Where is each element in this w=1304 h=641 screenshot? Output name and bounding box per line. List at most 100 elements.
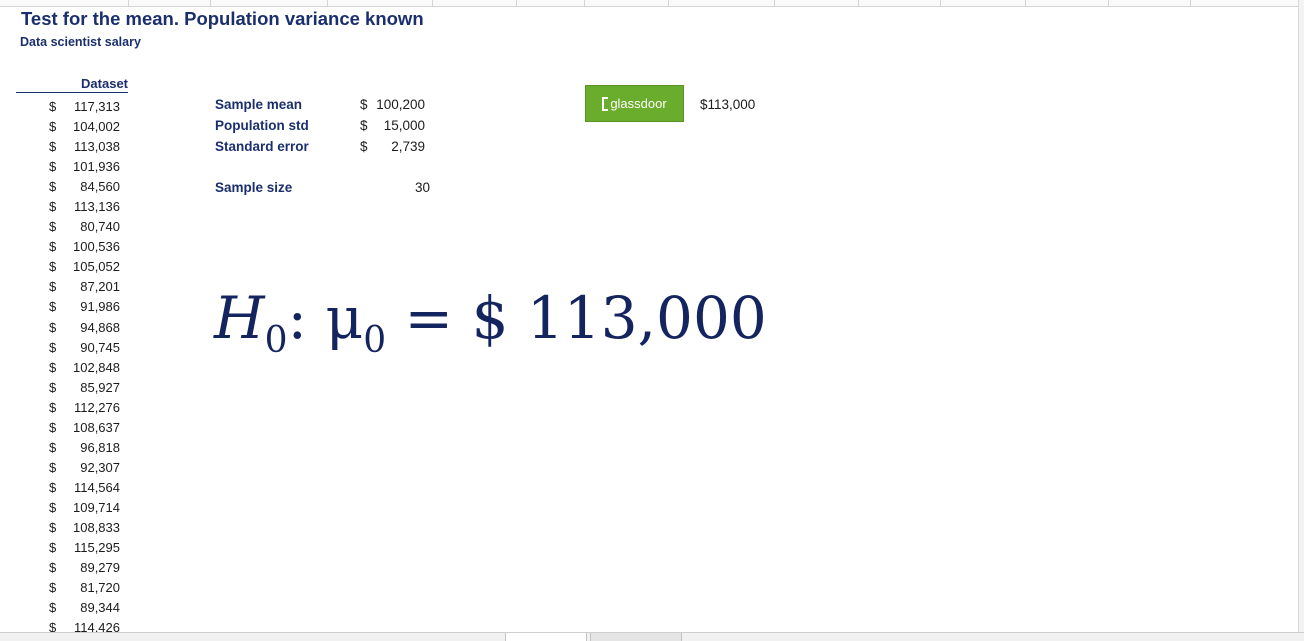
dataset-row[interactable]: $89,279 xyxy=(49,558,120,578)
dataset-row[interactable]: $117,313 xyxy=(49,97,120,117)
dataset-value: 80,740 xyxy=(80,219,120,235)
dataset-value: 87,201 xyxy=(80,279,120,295)
dataset-row[interactable]: $80,740 xyxy=(49,217,120,237)
dataset-row[interactable]: $109,714 xyxy=(49,498,120,518)
dataset-currency: $ xyxy=(49,580,57,596)
dataset-currency: $ xyxy=(49,439,57,455)
standard-error-number: 2,739 xyxy=(391,139,425,154)
column-divider xyxy=(432,0,433,6)
dataset-currency: $ xyxy=(49,239,57,255)
dataset-value: 90,745 xyxy=(80,339,120,355)
dataset-header: Dataset xyxy=(16,76,128,93)
dataset-value: 115,295 xyxy=(73,540,120,556)
sheet-subtitle: Data scientist salary xyxy=(20,35,141,49)
dataset-currency: $ xyxy=(49,399,57,415)
dataset-value: 96,818 xyxy=(80,439,120,455)
dataset-currency: $ xyxy=(49,339,57,355)
sample-mean-number: 100,200 xyxy=(376,97,425,112)
sample-mean-currency: $ xyxy=(360,97,368,112)
dataset-row[interactable]: $112,276 xyxy=(49,398,120,418)
dataset-currency: $ xyxy=(49,179,57,195)
formula-h-subscript: 0 xyxy=(264,320,288,361)
dataset-row[interactable]: $108,833 xyxy=(49,518,120,538)
dataset-currency: $ xyxy=(49,499,57,515)
dataset-value: 91,986 xyxy=(80,299,120,315)
dataset-row[interactable]: $105,052 xyxy=(49,257,120,277)
dataset-row[interactable]: $87,201 xyxy=(49,277,120,297)
dataset-value: 84,560 xyxy=(80,179,120,195)
dataset-value: 105,052 xyxy=(73,259,120,275)
dataset-value: 112,276 xyxy=(73,399,120,415)
dataset-row[interactable]: $104,002 xyxy=(49,117,120,137)
vertical-scrollbar[interactable] xyxy=(1298,0,1304,640)
dataset-currency: $ xyxy=(49,540,57,556)
dataset-row[interactable]: $115,295 xyxy=(49,538,120,558)
dataset-currency: $ xyxy=(49,459,57,475)
dataset-currency: $ xyxy=(49,479,57,495)
dataset-value: 101,936 xyxy=(73,159,120,175)
dataset-value: 89,279 xyxy=(80,560,120,576)
dataset-value: 102,848 xyxy=(73,359,120,375)
dataset-currency: $ xyxy=(49,560,57,576)
dataset-currency: $ xyxy=(49,119,57,135)
dataset-row[interactable]: $94,868 xyxy=(49,318,120,338)
column-divider xyxy=(668,0,669,6)
dataset-currency: $ xyxy=(49,139,57,155)
dataset-row[interactable]: $113,038 xyxy=(49,137,120,157)
dataset-row[interactable]: $92,307 xyxy=(49,458,120,478)
dataset-row[interactable]: $102,848 xyxy=(49,358,120,378)
dataset-currency: $ xyxy=(49,279,57,295)
column-header-strip xyxy=(0,0,1304,7)
dataset-value: 104,002 xyxy=(73,119,120,135)
formula-value: = $ 113,000 xyxy=(404,284,767,352)
column-divider xyxy=(940,0,941,6)
dataset-row[interactable]: $89,344 xyxy=(49,598,120,618)
column-divider xyxy=(210,0,211,6)
column-divider xyxy=(858,0,859,6)
dataset-row[interactable]: $113,136 xyxy=(49,197,120,217)
dataset-currency: $ xyxy=(49,519,57,535)
dataset-row[interactable]: $114,564 xyxy=(49,478,120,498)
column-divider xyxy=(128,0,129,6)
dataset-value: 117,313 xyxy=(73,99,120,114)
dataset-currency: $ xyxy=(49,219,57,235)
dataset-value: 113,038 xyxy=(73,139,120,155)
column-divider xyxy=(1108,0,1109,6)
dataset-row[interactable]: $91,986 xyxy=(49,297,120,317)
sample-size-value[interactable]: 30 xyxy=(360,180,430,195)
glassdoor-mark-icon xyxy=(602,96,609,111)
dataset-row[interactable]: $108,637 xyxy=(49,418,120,438)
column-divider xyxy=(774,0,775,6)
dataset-value: 85,927 xyxy=(80,379,120,395)
population-std-value[interactable]: $ 15,000 xyxy=(360,118,425,133)
dataset-currency: $ xyxy=(49,199,57,215)
dataset-row[interactable]: $84,560 xyxy=(49,177,120,197)
dataset-currency: $ xyxy=(49,99,57,114)
dataset-value: 108,833 xyxy=(73,519,120,535)
column-divider xyxy=(516,0,517,6)
dataset-row[interactable]: $85,927 xyxy=(49,378,120,398)
standard-error-value[interactable]: $ 2,739 xyxy=(360,139,425,154)
dataset-row[interactable]: $81,720 xyxy=(49,578,120,598)
dataset-value: 92,307 xyxy=(80,459,120,475)
glassdoor-logo-text: glassdoor xyxy=(610,96,667,111)
population-std-currency: $ xyxy=(360,118,368,133)
glassdoor-salary-value[interactable]: $113,000 xyxy=(700,97,755,112)
dataset-currency: $ xyxy=(49,379,57,395)
standard-error-label: Standard error xyxy=(215,139,309,154)
standard-error-currency: $ xyxy=(360,139,368,154)
formula-colon: : xyxy=(287,284,308,352)
column-divider xyxy=(584,0,585,6)
formula-mu-subscript: 0 xyxy=(363,320,387,361)
dataset-row[interactable]: $100,536 xyxy=(49,237,120,257)
dataset-row[interactable]: $101,936 xyxy=(49,157,120,177)
glassdoor-logo: glassdoor xyxy=(585,85,684,122)
dataset-value: 89,344 xyxy=(80,600,120,616)
dataset-currency: $ xyxy=(49,359,57,375)
dataset-value: 108,637 xyxy=(73,419,120,435)
dataset-value: 100,536 xyxy=(73,239,120,255)
sample-mean-value[interactable]: $ 100,200 xyxy=(360,97,425,112)
population-std-number: 15,000 xyxy=(383,118,425,133)
dataset-row[interactable]: $96,818 xyxy=(49,438,120,458)
dataset-row[interactable]: $90,745 xyxy=(49,338,120,358)
